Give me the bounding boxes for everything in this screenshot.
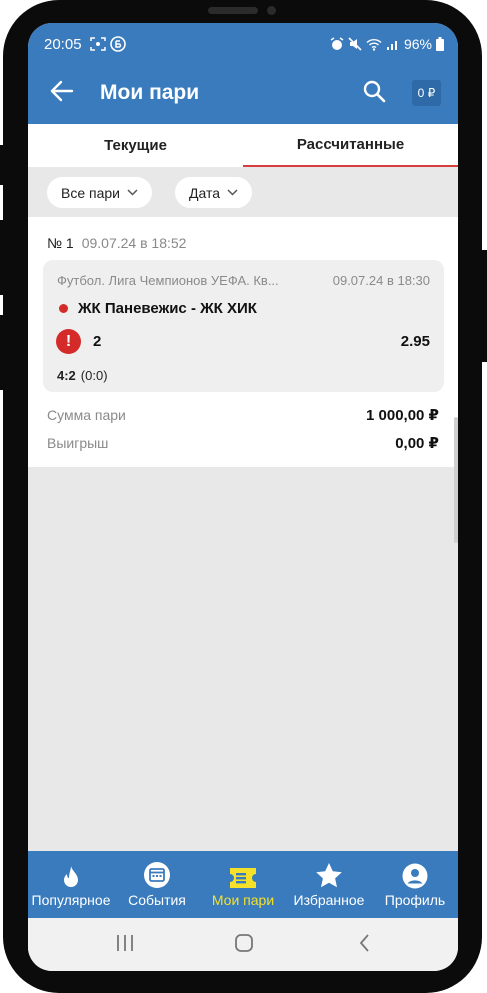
nav-my-bets[interactable]: Мои пари bbox=[200, 851, 286, 918]
bets-filter-dropdown[interactable]: Все пари bbox=[47, 177, 152, 208]
screenshot-icon bbox=[90, 37, 106, 51]
battery-percent: 96% bbox=[403, 36, 432, 52]
nav-profile-label: Профиль bbox=[384, 892, 446, 908]
pick-row: ! 2 bbox=[56, 329, 101, 354]
exclamation-alert-icon: ! bbox=[56, 329, 81, 354]
bet-pick: 2 bbox=[93, 333, 102, 350]
match-row: ЖК Паневежис - ЖК ХИК bbox=[59, 300, 257, 317]
score-row: 4:2 (0:0) bbox=[57, 368, 108, 383]
halftime-score: (0:0) bbox=[80, 368, 108, 383]
nav-favorites-label: Избранное bbox=[293, 892, 365, 908]
win-label: Выигрыш bbox=[47, 435, 109, 451]
system-nav-bar bbox=[28, 918, 458, 971]
event-datetime: 09.07.24 в 18:30 bbox=[332, 273, 430, 288]
bets-list: № 1 09.07.24 в 18:52 Футбол. Лига Чемпион… bbox=[28, 217, 458, 543]
stake-label: Сумма пари bbox=[47, 407, 126, 423]
alarm-icon bbox=[330, 37, 344, 50]
nav-events-label: События bbox=[128, 892, 186, 908]
status-time: 20:05 bbox=[44, 36, 82, 53]
bet-odds: 2.95 bbox=[400, 333, 430, 350]
date-filter-dropdown[interactable]: Дата bbox=[175, 177, 253, 208]
date-filter-label: Дата bbox=[189, 184, 221, 201]
nav-favorites[interactable]: Избранное bbox=[286, 851, 372, 918]
page-title: Мои пари bbox=[100, 81, 200, 104]
power-button bbox=[482, 250, 487, 362]
nav-popular-label: Популярное bbox=[31, 892, 111, 908]
bet-placed-date: 09.07.24 в 18:52 bbox=[81, 235, 187, 251]
balance-badge[interactable]: 0 ₽ bbox=[412, 80, 441, 106]
screen: 20:05 96% Мои пари 0 ₽ Текущие Рассчитан… bbox=[28, 23, 458, 971]
bet-number: № 1 bbox=[47, 235, 74, 251]
scrollbar[interactable] bbox=[454, 417, 458, 543]
battery-icon bbox=[436, 37, 444, 51]
wifi-icon bbox=[366, 38, 382, 51]
search-icon[interactable] bbox=[362, 79, 386, 103]
status-bar: 20:05 96% bbox=[28, 23, 458, 63]
nav-profile[interactable]: Профиль bbox=[372, 851, 458, 918]
bet-header: № 1 09.07.24 в 18:52 bbox=[47, 235, 186, 251]
final-score: 4:2 bbox=[57, 368, 76, 383]
stake-value: 1 000,00 ₽ bbox=[366, 407, 439, 424]
home-icon[interactable] bbox=[233, 932, 255, 954]
mute-icon bbox=[348, 37, 362, 51]
nav-popular[interactable]: Популярное bbox=[28, 851, 114, 918]
star-icon bbox=[316, 863, 342, 888]
chevron-down-icon bbox=[227, 189, 238, 196]
bets-tabs: Текущие Рассчитанные bbox=[28, 124, 458, 167]
back-arrow-icon[interactable] bbox=[50, 80, 74, 102]
nav-my-bets-label: Мои пари bbox=[211, 892, 275, 908]
ticket-icon bbox=[230, 868, 256, 888]
bottom-nav: Популярное События Мои пари Избранное Пр… bbox=[28, 851, 458, 918]
match-name: ЖК Паневежис - ЖК ХИК bbox=[78, 300, 257, 317]
recent-apps-icon[interactable] bbox=[114, 932, 136, 954]
filters-bar: Все пари Дата bbox=[28, 167, 458, 217]
tab-settled[interactable]: Рассчитанные bbox=[243, 124, 458, 167]
win-value: 0,00 ₽ bbox=[395, 435, 439, 452]
league-name: Футбол. Лига Чемпионов УЕФА. Кв... bbox=[57, 273, 279, 288]
front-camera bbox=[267, 6, 276, 15]
system-back-icon[interactable] bbox=[354, 932, 376, 954]
chevron-down-icon bbox=[127, 189, 138, 196]
tab-current[interactable]: Текущие bbox=[28, 124, 243, 167]
live-dot-icon bbox=[59, 304, 68, 313]
calendar-icon bbox=[144, 862, 170, 888]
status-left-icons bbox=[90, 36, 126, 52]
app-header: Мои пари 0 ₽ bbox=[28, 63, 458, 124]
phone-frame: 20:05 96% Мои пари 0 ₽ Текущие Рассчитан… bbox=[0, 0, 487, 993]
app-notification-icon bbox=[110, 36, 126, 52]
status-right-icons: 96% bbox=[330, 36, 444, 52]
signal-icon bbox=[386, 40, 397, 50]
bet-card[interactable]: Футбол. Лига Чемпионов УЕФА. Кв... 09.07… bbox=[43, 260, 444, 392]
profile-icon bbox=[402, 863, 428, 889]
bets-filter-label: Все пари bbox=[61, 184, 120, 201]
speaker-grille bbox=[208, 7, 258, 14]
nav-events[interactable]: События bbox=[114, 851, 200, 918]
flame-icon bbox=[64, 866, 78, 887]
